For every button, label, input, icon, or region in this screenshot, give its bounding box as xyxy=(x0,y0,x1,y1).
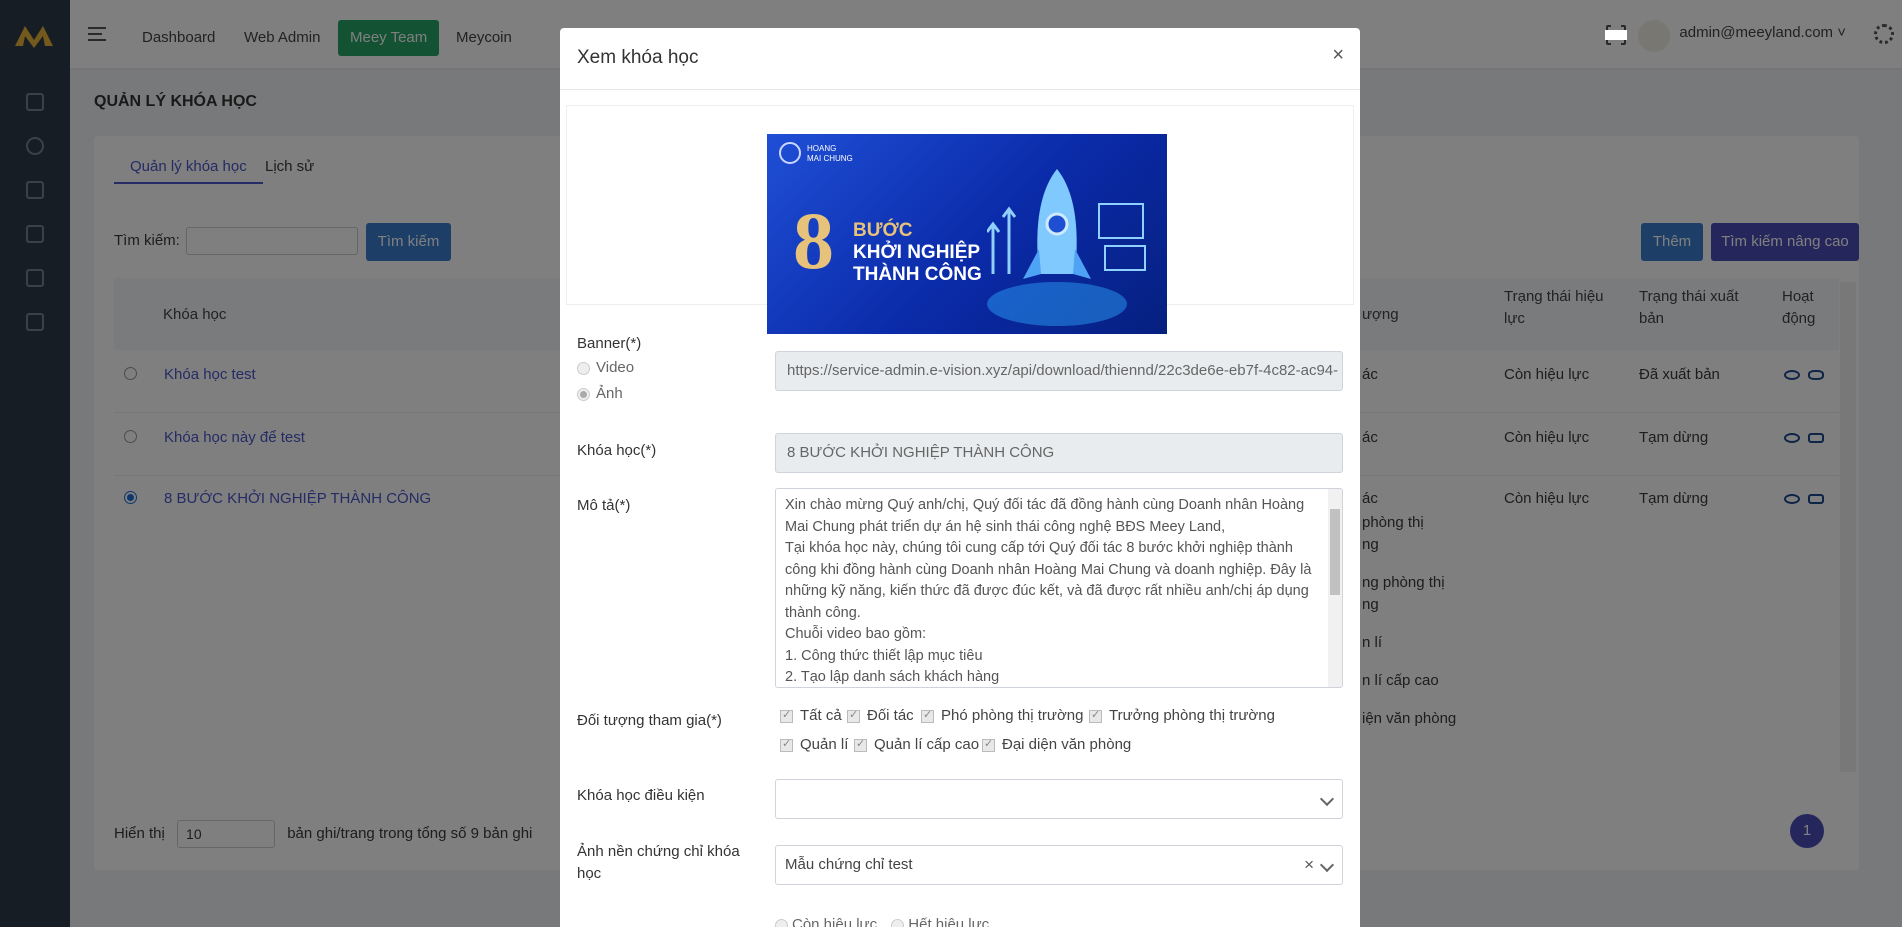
radio-video[interactable] xyxy=(577,361,590,375)
participant-senior-manager[interactable]: Quản lí cấp cao xyxy=(854,736,979,753)
brand-seal-icon xyxy=(779,142,801,164)
option-image-label: Ảnh xyxy=(596,385,623,402)
option-video-label: Video xyxy=(596,359,635,376)
participant-manager[interactable]: Quản lí xyxy=(780,736,848,753)
scroll-thumb[interactable] xyxy=(1330,509,1340,595)
course-name-field[interactable]: 8 BƯỚC KHỞI NGHIỆP THÀNH CÔNG xyxy=(775,433,1343,473)
prerequisite-select[interactable] xyxy=(775,779,1343,819)
radio-image[interactable] xyxy=(577,387,590,401)
description-label: Mô tả(*) xyxy=(577,497,631,514)
participant-label: Đối tác xyxy=(867,707,914,724)
banner-label: Banner(*) xyxy=(577,335,642,352)
banner-line: THÀNH CÔNG xyxy=(853,264,982,285)
course-label: Khóa học(*) xyxy=(577,442,657,459)
modal-header: Xem khóa học × xyxy=(560,28,1360,90)
participant-label: Trưởng phòng thị trường xyxy=(1109,707,1275,724)
clear-icon[interactable]: × xyxy=(1304,846,1314,884)
prerequisite-label: Khóa học điều kiện xyxy=(577,787,705,804)
participant-head-market[interactable]: Trưởng phòng thị trường xyxy=(1089,707,1275,724)
description-scrollbar[interactable] xyxy=(1328,489,1342,687)
checkbox[interactable] xyxy=(854,737,867,752)
participant-label: Phó phòng thị trường xyxy=(941,707,1084,724)
rocket-illustration xyxy=(987,169,1146,326)
status-expired-label: Hết hiệu lực xyxy=(908,916,990,927)
checkbox[interactable] xyxy=(780,737,793,752)
participant-deputy-market[interactable]: Phó phòng thị trường xyxy=(921,707,1083,724)
brand-text: HOANG MAI CHUNG xyxy=(807,144,853,164)
banner-image: HOANG MAI CHUNG 8 BƯỚC KHỞI NGHIỆP THÀNH … xyxy=(767,134,1167,334)
banner-number: 8 xyxy=(793,195,834,286)
description-textarea[interactable]: Xin chào mừng Quý anh/chị, Quý đối tác đ… xyxy=(775,488,1343,688)
checkbox[interactable] xyxy=(847,708,860,723)
close-icon[interactable]: × xyxy=(1332,44,1344,67)
view-course-modal: Xem khóa học × HOANG MAI CHUNG 8 BƯỚC KHỞ… xyxy=(560,28,1360,927)
description-line: Xin chào mừng Quý anh/chị, Quý đối tác đ… xyxy=(785,497,1305,513)
participant-label: Quản lí xyxy=(800,736,849,753)
participant-label: Quản lí cấp cao xyxy=(874,736,980,753)
certificate-label: Ảnh nền chứng chỉ khóa học xyxy=(577,843,740,882)
description-line: công khi đồng hành cùng Doanh nhân Hoàng… xyxy=(785,561,1312,578)
banner-type-video[interactable]: Video xyxy=(577,359,634,376)
participant-partner[interactable]: Đối tác xyxy=(847,707,914,724)
description-line: Mai Chung phát triển dự án hệ sinh thái … xyxy=(785,518,1226,535)
participant-label: Đại diện văn phòng xyxy=(1002,736,1132,753)
status-options: Còn hiệu lực Hết hiệu lực xyxy=(775,916,989,927)
radio-expired[interactable] xyxy=(891,918,905,927)
banner-url-field[interactable]: https://service-admin.e-vision.xyz/api/d… xyxy=(775,351,1343,391)
description-line: những kỹ năng, kiến thức đã được đúc kết… xyxy=(785,583,1309,599)
description-line: 2. Tạo lập danh sách khách hàng xyxy=(785,669,1000,685)
banner-type-image[interactable]: Ảnh xyxy=(577,385,623,402)
description-line: Chuỗi video bao gồm: xyxy=(785,626,927,642)
certificate-value: Mẫu chứng chỉ test xyxy=(785,856,913,873)
banner-line: KHỞI NGHIỆP xyxy=(853,242,981,263)
participants-label: Đối tượng tham gia(*) xyxy=(577,712,722,729)
description-text: Xin chào mừng Quý anh/chị, Quý đối tác đ… xyxy=(785,495,1320,687)
certificate-select[interactable]: Mẫu chứng chỉ test × xyxy=(775,845,1343,885)
checkbox[interactable] xyxy=(780,708,793,723)
modal-title: Xem khóa học xyxy=(577,47,699,68)
chevron-down-icon[interactable] xyxy=(1319,857,1335,873)
status-valid-label: Còn hiệu lực xyxy=(792,916,878,927)
checkbox[interactable] xyxy=(982,737,995,752)
checkbox[interactable] xyxy=(921,708,934,723)
banner-line: BƯỚC xyxy=(853,220,913,241)
participant-office-rep[interactable]: Đại diện văn phòng xyxy=(982,736,1131,753)
chevron-down-icon[interactable] xyxy=(1319,791,1335,807)
participant-all[interactable]: Tất cả xyxy=(780,707,842,724)
description-line: Tại khóa học này, chúng tôi cung cấp tới… xyxy=(785,540,1293,556)
brand-line: MAI CHUNG xyxy=(807,154,853,163)
description-line: thành công. xyxy=(785,604,861,621)
radio-valid[interactable] xyxy=(775,918,788,927)
checkbox[interactable] xyxy=(1089,708,1102,723)
description-line: 1. Công thức thiết lập mục tiêu xyxy=(785,647,983,664)
banner-preview: HOANG MAI CHUNG 8 BƯỚC KHỞI NGHIỆP THÀNH … xyxy=(566,105,1354,334)
brand-line: HOANG xyxy=(807,144,837,153)
participant-label: Tất cả xyxy=(800,707,842,724)
